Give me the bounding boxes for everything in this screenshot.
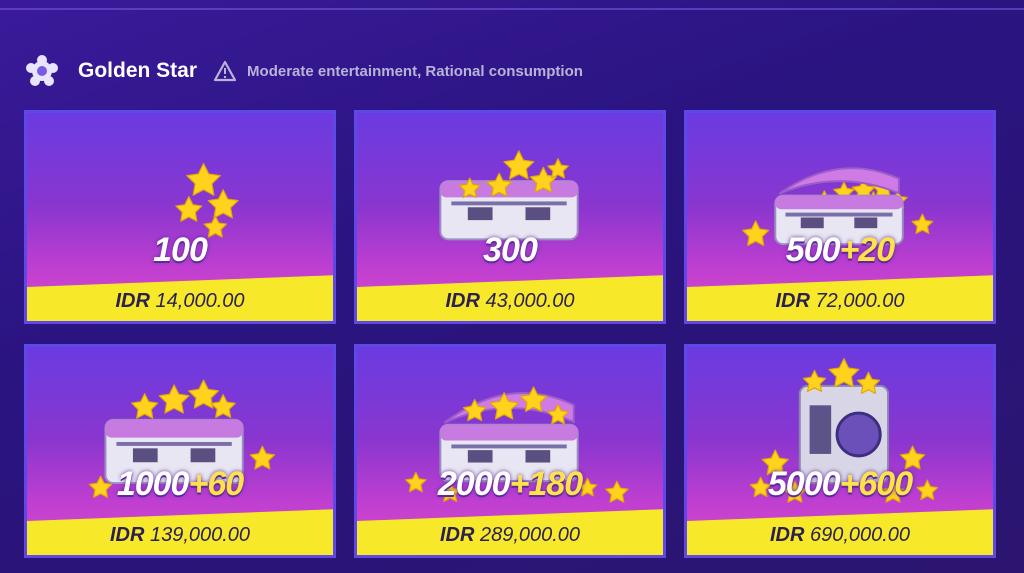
star-amount: 1000+60 — [27, 465, 333, 504]
package-card[interactable]: 100 IDR 14,000.00 — [24, 110, 336, 324]
price-value: 289,000.00 — [479, 524, 581, 546]
amount-value: 2000 — [437, 465, 511, 503]
warning-icon — [213, 60, 237, 82]
star-amount: 2000+180 — [357, 465, 663, 504]
package-card[interactable]: 2000+180 IDR 289,000.00 — [354, 344, 666, 558]
currency-code: IDR — [769, 524, 805, 546]
price-value: 14,000.00 — [155, 290, 245, 312]
bonus-value: +180 — [509, 465, 584, 503]
amount-value: 1000 — [116, 465, 190, 503]
amount-value: 100 — [153, 231, 208, 269]
price-label: IDR 289,000.00 — [357, 524, 663, 547]
currency-code: IDR — [445, 290, 480, 312]
price-value: 690,000.00 — [809, 524, 911, 546]
price-value: 43,000.00 — [485, 290, 575, 312]
currency-code: IDR — [115, 290, 150, 312]
golden-star-logo-icon — [26, 55, 58, 86]
package-grid: 100 IDR 14,000.00 300 IDR 43,000.00 500+… — [24, 110, 1000, 560]
package-card[interactable]: 5000+600 IDR 690,000.00 — [684, 344, 996, 558]
currency-code: IDR — [109, 524, 145, 546]
consumption-notice: Moderate entertainment, Rational consump… — [247, 62, 583, 80]
star-amount: 5000+600 — [687, 465, 993, 504]
bonus-value: +600 — [839, 465, 914, 503]
top-divider — [0, 8, 1024, 10]
price-label: IDR 43,000.00 — [357, 290, 663, 313]
price-label: IDR 14,000.00 — [27, 290, 333, 313]
bonus-value: +60 — [188, 465, 244, 503]
amount-value: 5000 — [767, 465, 841, 503]
price-value: 72,000.00 — [815, 290, 905, 312]
amount-value: 300 — [483, 231, 538, 269]
star-amount: 500+20 — [687, 231, 993, 270]
star-amount: 300 — [357, 231, 663, 270]
package-card[interactable]: 300 IDR 43,000.00 — [354, 110, 666, 324]
currency-code: IDR — [775, 290, 810, 312]
price-value: 139,000.00 — [149, 524, 251, 546]
package-card[interactable]: 1000+60 IDR 139,000.00 — [24, 344, 336, 558]
package-card[interactable]: 500+20 IDR 72,000.00 — [684, 110, 996, 324]
amount-value: 500 — [785, 231, 841, 269]
bonus-value: +20 — [839, 231, 896, 269]
price-label: IDR 72,000.00 — [687, 290, 993, 313]
price-label: IDR 139,000.00 — [27, 524, 333, 547]
currency-code: IDR — [439, 524, 475, 546]
page-title: Golden Star — [78, 59, 198, 82]
star-amount: 100 — [27, 231, 333, 270]
price-label: IDR 690,000.00 — [687, 524, 993, 547]
store-header: Golden Star Moderate entertainment, Rati… — [24, 50, 583, 92]
